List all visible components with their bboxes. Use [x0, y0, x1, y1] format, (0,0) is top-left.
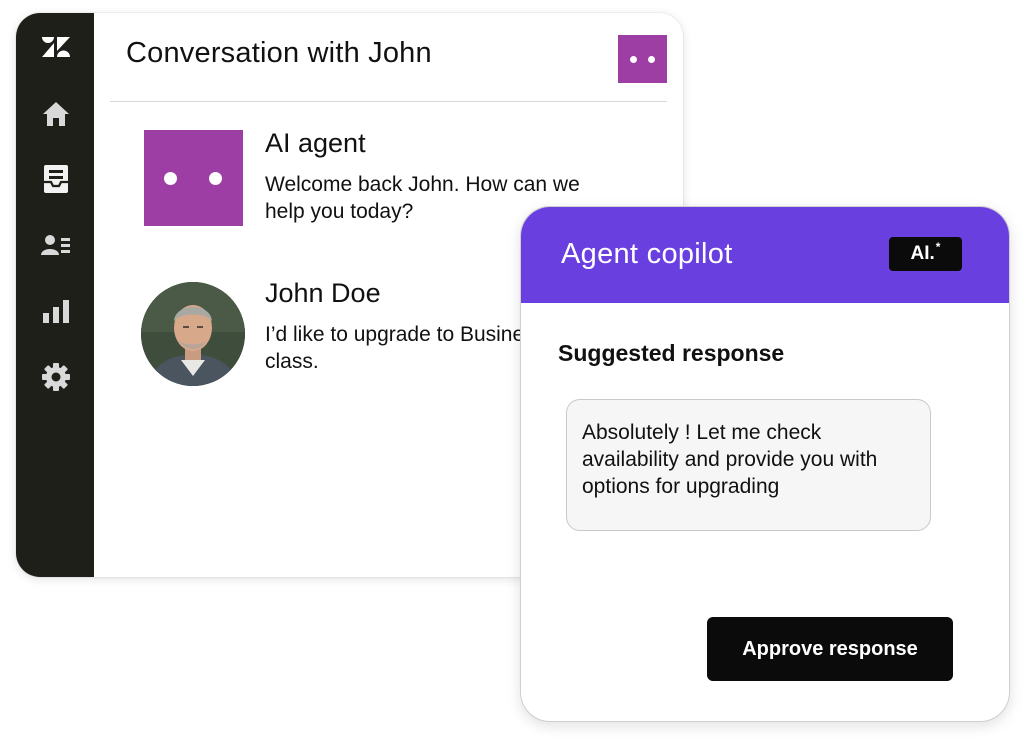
sparkle-icon: *: [935, 240, 941, 254]
contacts-icon[interactable]: [40, 229, 72, 261]
copilot-title: Agent copilot: [561, 238, 733, 270]
approve-response-button[interactable]: Approve response: [707, 617, 953, 681]
suggested-response-box[interactable]: Absolutely ! Let me check availability a…: [566, 399, 931, 531]
home-icon[interactable]: [40, 97, 72, 129]
user-avatar-photo: [141, 282, 245, 386]
ai-agent-avatar: [144, 130, 243, 226]
reports-icon[interactable]: [40, 295, 72, 327]
ai-badge: AI. *: [889, 237, 962, 271]
ai-agent-header-avatar: [618, 35, 667, 83]
suggested-response-label: Suggested response: [558, 340, 785, 366]
settings-gear-icon[interactable]: [40, 361, 72, 393]
conversation-header: Conversation with John: [110, 13, 667, 102]
avatar-eye-icon: [209, 172, 222, 185]
avatar-eye-icon: [630, 56, 637, 63]
copilot-header: Agent copilot AI. *: [521, 207, 1009, 303]
conversation-title: Conversation with John: [126, 37, 432, 69]
avatar-eye-icon: [164, 172, 177, 185]
ai-badge-label: AI.: [910, 243, 935, 264]
inbox-icon[interactable]: [40, 163, 72, 195]
message-sender-name: AI agent: [265, 128, 366, 158]
sidebar: [16, 13, 94, 577]
zendesk-logo-icon[interactable]: [40, 31, 72, 63]
avatar-eye-icon: [648, 56, 655, 63]
agent-copilot-panel: Agent copilot AI. * Suggested response Ab…: [520, 206, 1010, 722]
message-sender-name: John Doe: [265, 278, 381, 308]
